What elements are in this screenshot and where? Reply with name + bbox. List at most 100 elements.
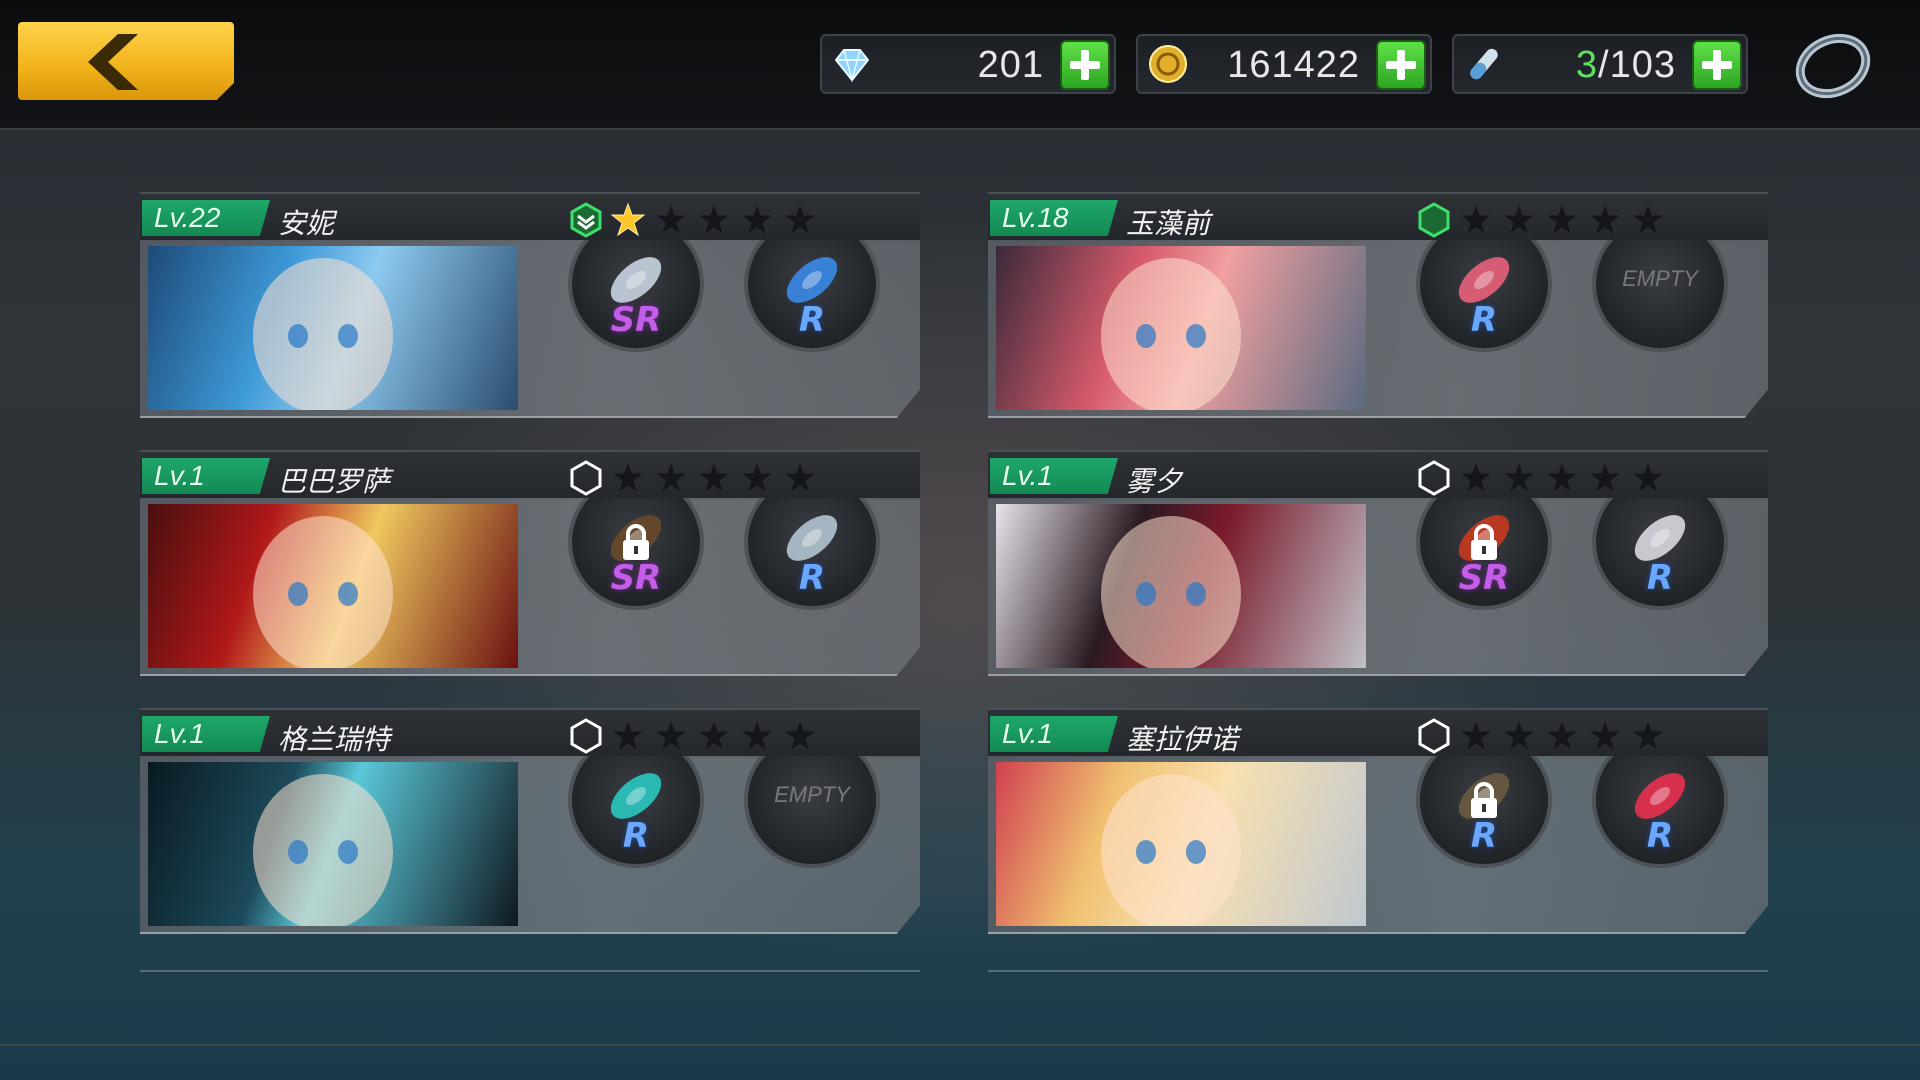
list-divider [140,970,920,980]
card-body: SR R [140,498,920,676]
star-empty-icon [610,460,646,496]
star-empty-icon [653,460,689,496]
star-filled-icon [610,202,646,238]
character-name: 雾夕 [1126,465,1183,498]
star-empty-icon [653,718,689,754]
star-empty-icon [1544,718,1580,754]
stamina-current: 3 [1575,44,1599,86]
level-badge: Lv.22 [142,200,270,236]
stamina-value: 3/103 [1576,44,1676,87]
star-empty-icon [739,202,775,238]
stamina-vial-icon [1470,48,1498,80]
rarity-label: R [798,558,826,598]
rarity-label: R [1646,558,1674,598]
empty-slot-label: EMPTY [774,782,850,807]
ring-icon[interactable] [1790,24,1876,104]
hex-icon [568,460,604,496]
star-empty-icon [1587,718,1623,754]
star-empty-icon [1458,202,1494,238]
rarity-label: R [1470,816,1498,856]
level-badge: Lv.1 [990,716,1118,752]
card-body: R R [988,756,1768,934]
character-name: 格兰瑞特 [278,723,391,756]
star-empty-icon [1544,460,1580,496]
star-empty-icon [1544,202,1580,238]
rarity-label: R [798,300,826,340]
star-empty-icon [696,460,732,496]
rarity-label: SR [610,558,662,598]
character-name: 安妮 [278,207,335,240]
list-divider [988,970,1768,980]
star-empty-icon [1458,718,1494,754]
character-name: 塞拉伊诺 [1126,723,1239,756]
star-empty-icon [782,460,818,496]
add-gold-button[interactable] [1376,40,1426,90]
top-bar: 201 161422 3/103 [0,0,1920,130]
star-empty-icon [610,718,646,754]
add-stamina-button[interactable] [1692,40,1742,90]
card-header: Lv.22 安妮 [140,192,920,242]
rarity-label: R [1470,300,1498,340]
character-card[interactable]: Lv.1 格兰瑞特 R EMPTY [140,708,920,934]
star-empty-icon [1501,718,1537,754]
level-badge: Lv.1 [142,458,270,494]
star-empty-icon [696,202,732,238]
hex-icon [568,718,604,754]
bottom-divider [0,1044,1920,1046]
card-body: SR R [140,240,920,418]
star-empty-icon [782,202,818,238]
star-empty-icon [653,202,689,238]
star-rating [1458,460,1673,496]
card-header: Lv.1 巴巴罗萨 [140,450,920,500]
add-crystal-button[interactable] [1060,40,1110,90]
star-empty-icon [1458,460,1494,496]
card-header: Lv.1 雾夕 [988,450,1768,500]
level-badge: Lv.1 [990,458,1118,494]
character-card[interactable]: Lv.22 安妮 SR R [140,192,920,418]
rarity-label: R [622,816,650,856]
star-rating [610,718,825,754]
star-empty-icon [782,718,818,754]
lock-icon [1468,524,1500,562]
character-card[interactable]: Lv.1 巴巴罗萨 SR R [140,450,920,676]
character-name: 玉藻前 [1126,207,1211,240]
lock-icon [1468,782,1500,820]
star-empty-icon [739,460,775,496]
card-header: Lv.1 格兰瑞特 [140,708,920,758]
star-empty-icon [1587,460,1623,496]
star-rating [610,460,825,496]
character-name: 巴巴罗萨 [278,465,391,498]
crystal-counter: 201 [820,34,1116,94]
hex-icon [1416,718,1452,754]
star-empty-icon [1630,718,1666,754]
card-body: R EMPTY [988,240,1768,418]
card-body: R EMPTY [140,756,920,934]
star-empty-icon [1501,202,1537,238]
hex-icon [1416,460,1452,496]
green-hex-icon [1416,202,1452,238]
gold-coin-icon [1149,45,1187,83]
back-arrow-icon [88,34,138,90]
crystal-value: 201 [977,44,1044,86]
card-header: Lv.1 塞拉伊诺 [988,708,1768,758]
stamina-counter: 3/103 [1452,34,1748,94]
character-card[interactable]: Lv.18 玉藻前 R EMPTY [988,192,1768,418]
level-badge: Lv.18 [990,200,1118,236]
star-empty-icon [1630,460,1666,496]
star-rating [1458,202,1673,238]
star-rating [610,202,825,238]
card-header: Lv.18 玉藻前 [988,192,1768,242]
star-empty-icon [1587,202,1623,238]
empty-slot-label: EMPTY [1622,266,1698,291]
gold-counter: 161422 [1136,34,1432,94]
card-body: SR R [988,498,1768,676]
lock-icon [620,524,652,562]
star-empty-icon [696,718,732,754]
back-button[interactable] [18,22,234,100]
star-empty-icon [1501,460,1537,496]
star-empty-icon [739,718,775,754]
character-card[interactable]: Lv.1 雾夕 SR R [988,450,1768,676]
gold-value: 161422 [1227,44,1360,86]
rarity-label: R [1646,816,1674,856]
character-card[interactable]: Lv.1 塞拉伊诺 R R [988,708,1768,934]
